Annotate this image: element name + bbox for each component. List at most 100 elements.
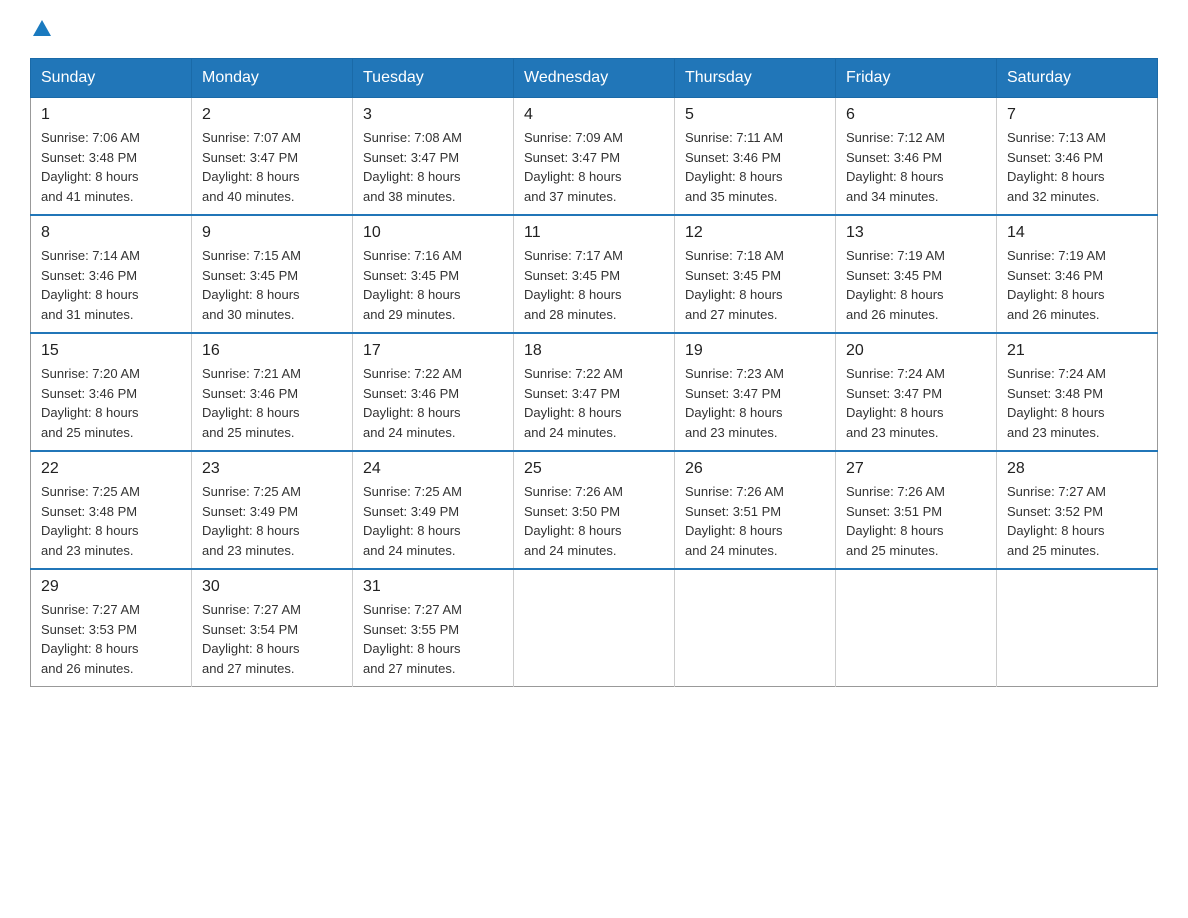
day-number: 26 xyxy=(685,460,825,478)
day-number: 5 xyxy=(685,106,825,124)
day-info: Sunrise: 7:27 AMSunset: 3:52 PMDaylight:… xyxy=(1007,482,1147,560)
column-header-wednesday: Wednesday xyxy=(514,59,675,98)
logo xyxy=(30,20,51,38)
calendar-day-22: 22 Sunrise: 7:25 AMSunset: 3:48 PMDaylig… xyxy=(31,451,192,569)
calendar-day-5: 5 Sunrise: 7:11 AMSunset: 3:46 PMDayligh… xyxy=(675,98,836,216)
calendar-day-7: 7 Sunrise: 7:13 AMSunset: 3:46 PMDayligh… xyxy=(997,98,1158,216)
calendar-day-16: 16 Sunrise: 7:21 AMSunset: 3:46 PMDaylig… xyxy=(192,333,353,451)
calendar-day-31: 31 Sunrise: 7:27 AMSunset: 3:55 PMDaylig… xyxy=(353,569,514,687)
day-number: 11 xyxy=(524,224,664,242)
day-number: 12 xyxy=(685,224,825,242)
calendar-header-row: SundayMondayTuesdayWednesdayThursdayFrid… xyxy=(31,59,1158,98)
day-number: 31 xyxy=(363,578,503,596)
day-info: Sunrise: 7:20 AMSunset: 3:46 PMDaylight:… xyxy=(41,364,181,442)
calendar-week-2: 8 Sunrise: 7:14 AMSunset: 3:46 PMDayligh… xyxy=(31,215,1158,333)
day-number: 18 xyxy=(524,342,664,360)
day-info: Sunrise: 7:11 AMSunset: 3:46 PMDaylight:… xyxy=(685,128,825,206)
day-info: Sunrise: 7:24 AMSunset: 3:47 PMDaylight:… xyxy=(846,364,986,442)
calendar-week-1: 1 Sunrise: 7:06 AMSunset: 3:48 PMDayligh… xyxy=(31,98,1158,216)
calendar-day-30: 30 Sunrise: 7:27 AMSunset: 3:54 PMDaylig… xyxy=(192,569,353,687)
day-info: Sunrise: 7:07 AMSunset: 3:47 PMDaylight:… xyxy=(202,128,342,206)
calendar-week-5: 29 Sunrise: 7:27 AMSunset: 3:53 PMDaylig… xyxy=(31,569,1158,687)
day-info: Sunrise: 7:26 AMSunset: 3:51 PMDaylight:… xyxy=(685,482,825,560)
calendar-day-9: 9 Sunrise: 7:15 AMSunset: 3:45 PMDayligh… xyxy=(192,215,353,333)
column-header-monday: Monday xyxy=(192,59,353,98)
day-number: 6 xyxy=(846,106,986,124)
calendar-day-1: 1 Sunrise: 7:06 AMSunset: 3:48 PMDayligh… xyxy=(31,98,192,216)
day-info: Sunrise: 7:12 AMSunset: 3:46 PMDaylight:… xyxy=(846,128,986,206)
calendar-table: SundayMondayTuesdayWednesdayThursdayFrid… xyxy=(30,58,1158,687)
calendar-day-26: 26 Sunrise: 7:26 AMSunset: 3:51 PMDaylig… xyxy=(675,451,836,569)
day-number: 30 xyxy=(202,578,342,596)
calendar-day-12: 12 Sunrise: 7:18 AMSunset: 3:45 PMDaylig… xyxy=(675,215,836,333)
day-number: 7 xyxy=(1007,106,1147,124)
calendar-day-29: 29 Sunrise: 7:27 AMSunset: 3:53 PMDaylig… xyxy=(31,569,192,687)
calendar-week-4: 22 Sunrise: 7:25 AMSunset: 3:48 PMDaylig… xyxy=(31,451,1158,569)
day-info: Sunrise: 7:27 AMSunset: 3:55 PMDaylight:… xyxy=(363,600,503,678)
calendar-day-24: 24 Sunrise: 7:25 AMSunset: 3:49 PMDaylig… xyxy=(353,451,514,569)
calendar-day-25: 25 Sunrise: 7:26 AMSunset: 3:50 PMDaylig… xyxy=(514,451,675,569)
day-number: 23 xyxy=(202,460,342,478)
day-number: 27 xyxy=(846,460,986,478)
day-number: 22 xyxy=(41,460,181,478)
day-info: Sunrise: 7:26 AMSunset: 3:50 PMDaylight:… xyxy=(524,482,664,560)
calendar-empty-cell xyxy=(514,569,675,687)
day-number: 3 xyxy=(363,106,503,124)
day-info: Sunrise: 7:22 AMSunset: 3:46 PMDaylight:… xyxy=(363,364,503,442)
day-info: Sunrise: 7:27 AMSunset: 3:54 PMDaylight:… xyxy=(202,600,342,678)
calendar-day-2: 2 Sunrise: 7:07 AMSunset: 3:47 PMDayligh… xyxy=(192,98,353,216)
day-info: Sunrise: 7:16 AMSunset: 3:45 PMDaylight:… xyxy=(363,246,503,324)
day-info: Sunrise: 7:09 AMSunset: 3:47 PMDaylight:… xyxy=(524,128,664,206)
day-number: 29 xyxy=(41,578,181,596)
calendar-day-17: 17 Sunrise: 7:22 AMSunset: 3:46 PMDaylig… xyxy=(353,333,514,451)
day-info: Sunrise: 7:21 AMSunset: 3:46 PMDaylight:… xyxy=(202,364,342,442)
day-number: 21 xyxy=(1007,342,1147,360)
day-number: 17 xyxy=(363,342,503,360)
day-info: Sunrise: 7:18 AMSunset: 3:45 PMDaylight:… xyxy=(685,246,825,324)
day-info: Sunrise: 7:19 AMSunset: 3:45 PMDaylight:… xyxy=(846,246,986,324)
day-info: Sunrise: 7:13 AMSunset: 3:46 PMDaylight:… xyxy=(1007,128,1147,206)
calendar-day-14: 14 Sunrise: 7:19 AMSunset: 3:46 PMDaylig… xyxy=(997,215,1158,333)
day-info: Sunrise: 7:24 AMSunset: 3:48 PMDaylight:… xyxy=(1007,364,1147,442)
day-info: Sunrise: 7:06 AMSunset: 3:48 PMDaylight:… xyxy=(41,128,181,206)
calendar-day-20: 20 Sunrise: 7:24 AMSunset: 3:47 PMDaylig… xyxy=(836,333,997,451)
day-info: Sunrise: 7:23 AMSunset: 3:47 PMDaylight:… xyxy=(685,364,825,442)
calendar-day-11: 11 Sunrise: 7:17 AMSunset: 3:45 PMDaylig… xyxy=(514,215,675,333)
day-info: Sunrise: 7:15 AMSunset: 3:45 PMDaylight:… xyxy=(202,246,342,324)
day-number: 4 xyxy=(524,106,664,124)
calendar-week-3: 15 Sunrise: 7:20 AMSunset: 3:46 PMDaylig… xyxy=(31,333,1158,451)
day-number: 25 xyxy=(524,460,664,478)
day-number: 13 xyxy=(846,224,986,242)
calendar-day-28: 28 Sunrise: 7:27 AMSunset: 3:52 PMDaylig… xyxy=(997,451,1158,569)
day-info: Sunrise: 7:26 AMSunset: 3:51 PMDaylight:… xyxy=(846,482,986,560)
column-header-sunday: Sunday xyxy=(31,59,192,98)
calendar-day-21: 21 Sunrise: 7:24 AMSunset: 3:48 PMDaylig… xyxy=(997,333,1158,451)
day-number: 19 xyxy=(685,342,825,360)
day-number: 16 xyxy=(202,342,342,360)
day-info: Sunrise: 7:25 AMSunset: 3:49 PMDaylight:… xyxy=(202,482,342,560)
day-number: 28 xyxy=(1007,460,1147,478)
day-number: 2 xyxy=(202,106,342,124)
day-info: Sunrise: 7:17 AMSunset: 3:45 PMDaylight:… xyxy=(524,246,664,324)
logo-triangle-icon xyxy=(33,20,51,36)
day-number: 20 xyxy=(846,342,986,360)
column-header-saturday: Saturday xyxy=(997,59,1158,98)
column-header-tuesday: Tuesday xyxy=(353,59,514,98)
day-number: 15 xyxy=(41,342,181,360)
day-info: Sunrise: 7:25 AMSunset: 3:48 PMDaylight:… xyxy=(41,482,181,560)
day-number: 10 xyxy=(363,224,503,242)
column-header-thursday: Thursday xyxy=(675,59,836,98)
day-number: 14 xyxy=(1007,224,1147,242)
calendar-day-15: 15 Sunrise: 7:20 AMSunset: 3:46 PMDaylig… xyxy=(31,333,192,451)
day-info: Sunrise: 7:08 AMSunset: 3:47 PMDaylight:… xyxy=(363,128,503,206)
day-number: 1 xyxy=(41,106,181,124)
calendar-day-4: 4 Sunrise: 7:09 AMSunset: 3:47 PMDayligh… xyxy=(514,98,675,216)
day-number: 24 xyxy=(363,460,503,478)
day-number: 8 xyxy=(41,224,181,242)
calendar-day-19: 19 Sunrise: 7:23 AMSunset: 3:47 PMDaylig… xyxy=(675,333,836,451)
day-number: 9 xyxy=(202,224,342,242)
calendar-empty-cell xyxy=(675,569,836,687)
page-header xyxy=(30,20,1158,38)
calendar-day-8: 8 Sunrise: 7:14 AMSunset: 3:46 PMDayligh… xyxy=(31,215,192,333)
calendar-day-23: 23 Sunrise: 7:25 AMSunset: 3:49 PMDaylig… xyxy=(192,451,353,569)
